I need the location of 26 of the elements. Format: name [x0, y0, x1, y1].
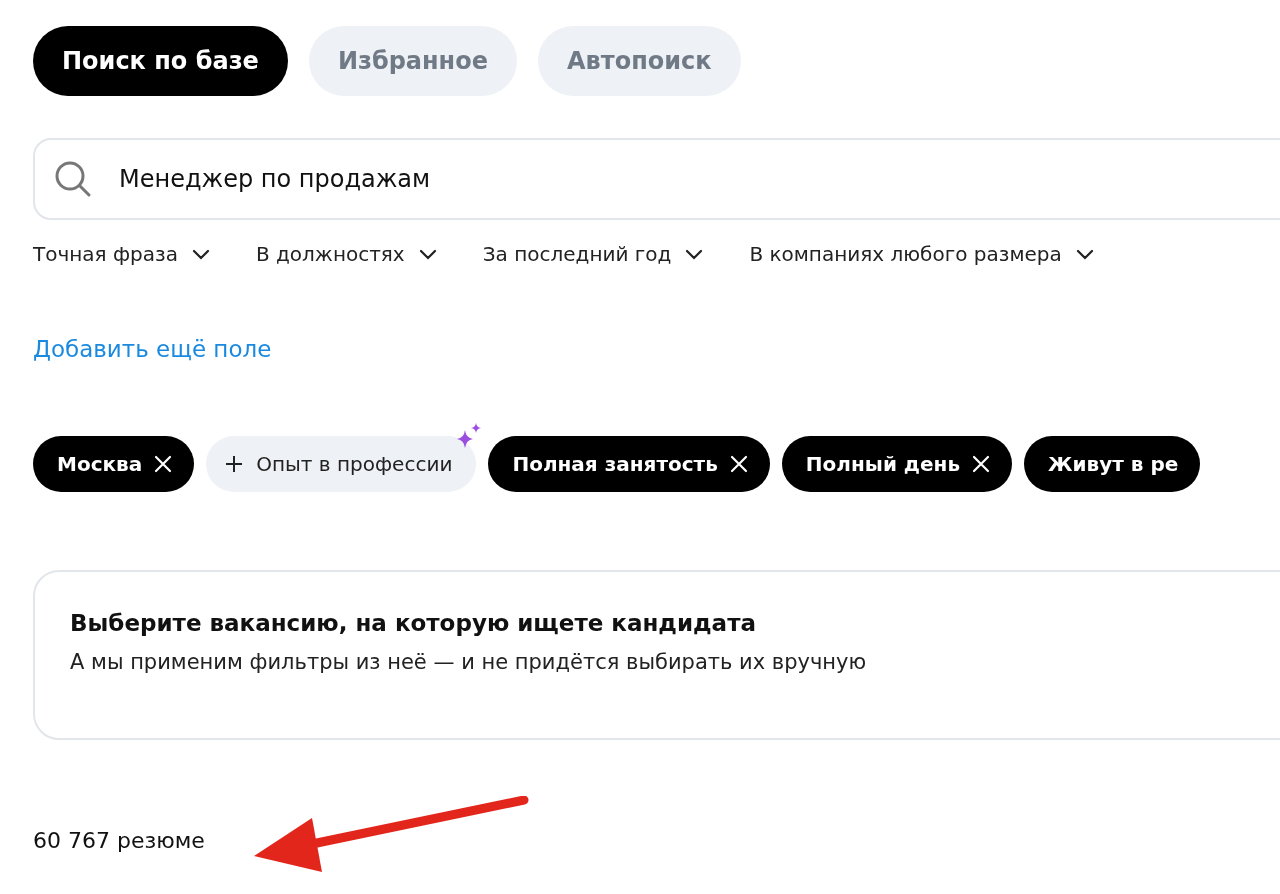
- filter-chip[interactable]: Полная занятость: [488, 436, 770, 492]
- filter-dropdown[interactable]: За последний год: [482, 236, 704, 272]
- chevron-down-icon: [685, 248, 704, 260]
- filter-dropdown[interactable]: В компаниях любого размера: [749, 236, 1094, 272]
- search-field[interactable]: Менеджер по продажам: [33, 138, 1280, 220]
- filter-chip[interactable]: Живут в ре: [1024, 436, 1201, 492]
- card-text: А мы применим фильтры из неё — и не придётся выбирать их вручную: [70, 650, 868, 674]
- chevron-down-icon: [418, 248, 437, 260]
- add-filter-chip[interactable]: Опыт в профессии: [206, 436, 477, 492]
- chevron-down-icon: [191, 248, 210, 260]
- plus-icon: [224, 454, 245, 474]
- tab[interactable]: Автопоиск: [537, 26, 741, 96]
- add-field-link[interactable]: Добавить ещё поле: [33, 336, 272, 362]
- close-icon: [154, 455, 173, 473]
- result-count: 60 767 резюме: [33, 828, 206, 853]
- card-title: Выберите вакансию, на которую ищете кандидата: [70, 610, 757, 636]
- chevron-down-icon: [1075, 248, 1094, 260]
- filter-chip[interactable]: Полный день: [781, 436, 1013, 492]
- tab[interactable]: Избранное: [308, 26, 517, 96]
- vacancy-card[interactable]: Выберите вакансию, на которую ищете кандидата А мы применим фильтры из неё — и не придётся выбирать их вручную: [33, 570, 1280, 740]
- close-icon: [972, 455, 991, 473]
- filter-chip[interactable]: Москва: [33, 436, 195, 492]
- tab[interactable]: Поиск по базе: [33, 26, 288, 96]
- filter-dropdown[interactable]: В должностях: [255, 236, 437, 272]
- filter-dropdown[interactable]: Точная фраза: [33, 236, 210, 272]
- close-icon: [729, 455, 748, 473]
